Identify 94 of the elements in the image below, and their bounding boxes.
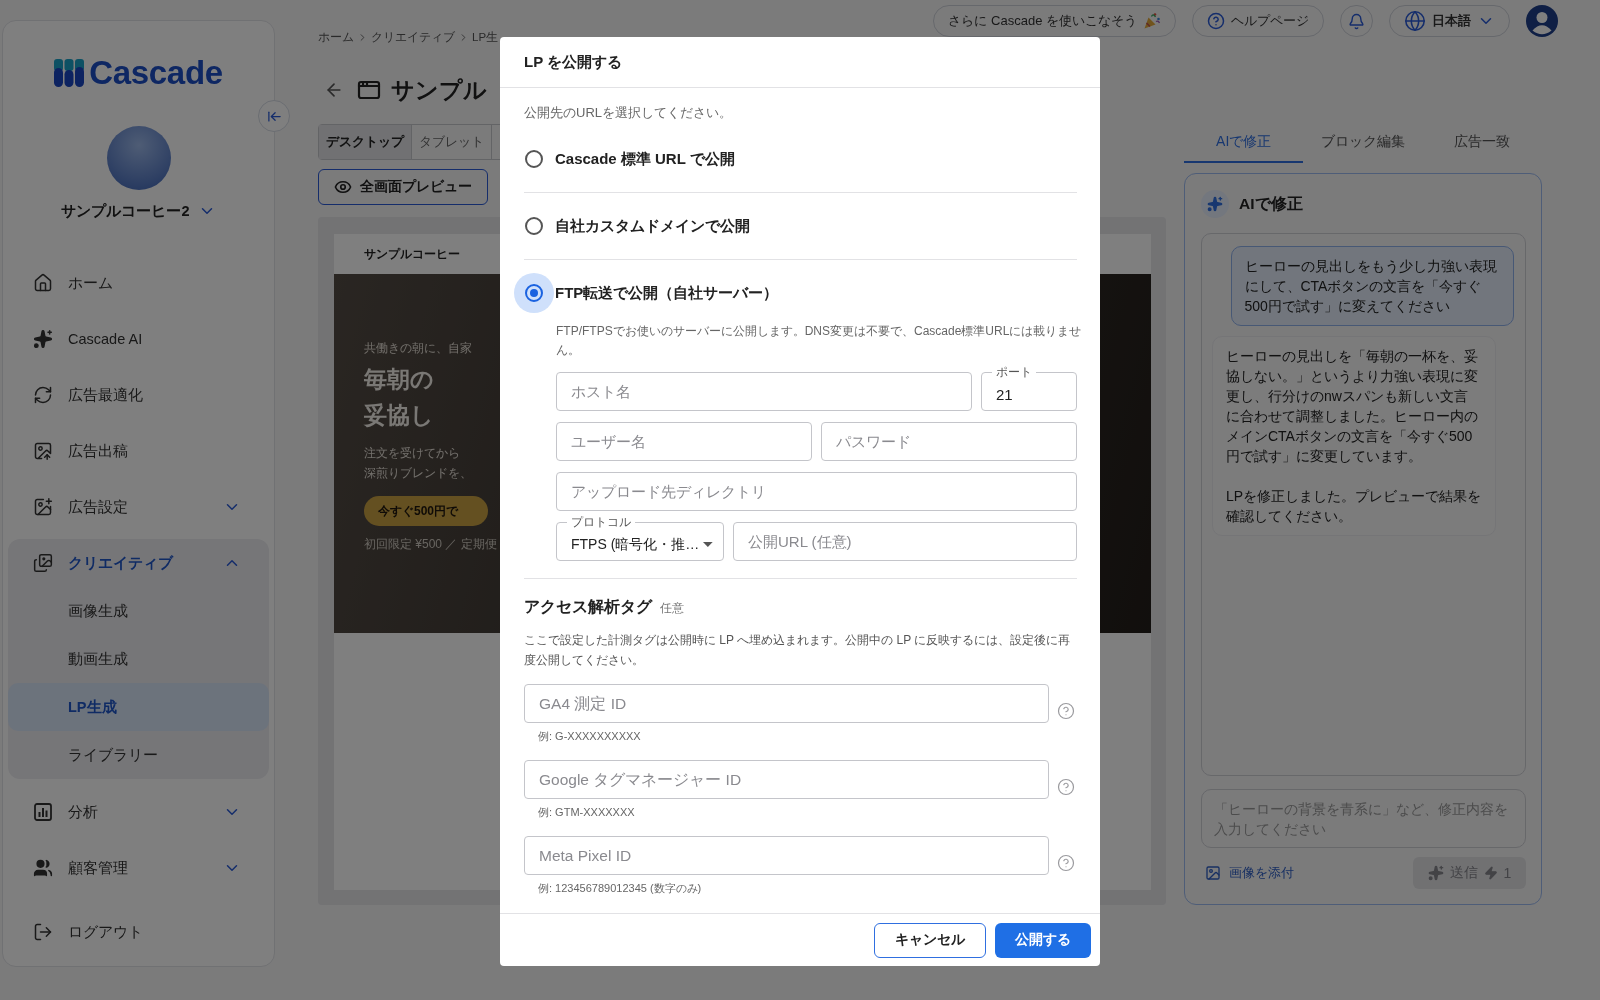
help-icon[interactable] — [1057, 702, 1075, 720]
window-icon — [357, 78, 381, 102]
bolt-icon — [1483, 866, 1498, 880]
users-icon[interactable] — [33, 858, 53, 878]
radio-button[interactable] — [514, 273, 554, 313]
message-text: LPを修正しました。プレビューで結果を確認してください。 — [1226, 487, 1482, 526]
optional-label: 任意 — [660, 601, 684, 616]
breadcrumb-current: LP生 — [472, 29, 499, 45]
panel-title: AIで修正 — [1239, 193, 1303, 214]
select-field[interactable]: プロトコル FTPS (暗号化・推… — [556, 515, 724, 561]
collapse-button[interactable] — [258, 100, 290, 132]
logo-text: Cascade — [89, 56, 223, 90]
attach-image-button[interactable]: 画像を添付 — [1201, 864, 1294, 882]
bell-icon — [1348, 12, 1365, 30]
sparkles-icon[interactable] — [33, 329, 53, 349]
help-icon[interactable] — [1057, 854, 1075, 872]
image-icon — [1205, 865, 1221, 881]
section-title: アクセス解析タグ — [524, 597, 652, 617]
breadcrumb-link[interactable]: ホーム — [318, 29, 354, 45]
caret-down-icon[interactable] — [703, 542, 713, 547]
house-icon[interactable] — [33, 273, 53, 293]
globe-icon — [1404, 10, 1426, 32]
image-upload-icon[interactable] — [33, 441, 53, 461]
nav-item[interactable]: ホーム — [8, 255, 269, 311]
cancel-button[interactable]: キャンセル — [874, 922, 986, 958]
nav-item[interactable]: 広告出稿 — [8, 423, 269, 479]
hero-headline: 毎朝の — [364, 365, 434, 394]
sparkles-icon — [1201, 190, 1229, 218]
hero-text: 注文を受けてから — [364, 445, 460, 462]
nav-item[interactable]: クリエイティブ — [8, 539, 269, 587]
brand-name: サンプルコーヒー — [364, 246, 460, 263]
section-description: ここで設定した計測タグは公開時に LP へ埋め込まれます。公開中の LP に反映するには、設定後に再度公開してください。 — [524, 632, 1072, 669]
language-button[interactable]: 日本語 — [1389, 5, 1510, 37]
page-title: サンプル — [391, 75, 487, 105]
nav-item[interactable]: ログアウト — [8, 904, 269, 960]
panel-tab[interactable]: AIで修正 — [1184, 122, 1304, 163]
panel-tab[interactable]: ブロック編集 — [1303, 122, 1423, 163]
bar-chart-icon[interactable] — [33, 802, 53, 822]
nav-subitem[interactable]: 画像生成 — [8, 587, 269, 635]
input-field[interactable]: 公開URL (任意) — [733, 522, 1077, 561]
field-hint: 例: 123456789012345 (数字のみ) — [537, 881, 703, 895]
user-avatar-icon[interactable] — [1526, 5, 1558, 37]
image-plus-icon[interactable] — [33, 497, 53, 517]
images-icon[interactable] — [33, 553, 53, 573]
device-tab[interactable]: タブレット — [412, 125, 492, 159]
radio-button[interactable] — [525, 217, 543, 235]
input-field[interactable]: Google タグマネージャー ID — [524, 760, 1049, 799]
nav-subitem[interactable]: ライブラリー — [8, 731, 269, 779]
nav-subitem[interactable]: 動画生成 — [8, 635, 269, 683]
panel-tab[interactable]: 広告一致 — [1422, 122, 1542, 163]
breadcrumb-link[interactable]: クリエイティブ — [371, 29, 455, 45]
help-button[interactable]: ヘルプページ — [1192, 5, 1324, 37]
cta-button[interactable]: 今すぐ500円で — [364, 496, 489, 526]
nav-subitem[interactable]: LP生成 — [8, 683, 269, 731]
nav-item[interactable]: 広告最適化 — [8, 367, 269, 423]
help-icon — [1207, 12, 1225, 30]
input-field[interactable]: アップロード先ディレクトリ — [556, 472, 1077, 511]
party-popper-icon — [1143, 12, 1161, 30]
message-text: ヒーローの見出しをもう少し力強い表現にして、CTAボタンの文言を「今すぐ500円で試す」に変えてください — [1244, 257, 1498, 316]
notification-button[interactable] — [1340, 5, 1373, 37]
option-description: FTP/FTPSでお使いのサーバーに公開します。DNS変更は不要で、Cascade標準URLには載りません。 — [555, 323, 1083, 359]
message-text: ヒーローの見出しを「毎朝の一杯を、妥協しない。」というより力強い表現に変更し、行分けのnwスパンも新しい文言に合わせて調整しました。ヒーロー内のメインCTAボタンの文言を「今すぐ500円で試す」に変更しています。 — [1226, 347, 1479, 466]
input-field[interactable]: ホスト名 — [556, 372, 972, 411]
nav-item[interactable]: Cascade AI — [8, 311, 269, 367]
fullscreen-preview-button[interactable]: 全画面プレビュー — [318, 169, 488, 205]
field-hint: 例: G-XXXXXXXXXX — [537, 729, 642, 743]
input-field[interactable]: ポート 21 — [981, 365, 1077, 411]
hero-eyebrow: 共働きの朝に、自家 — [364, 340, 472, 357]
dialog-title: LP を公開する — [524, 52, 623, 72]
account-switcher[interactable]: サンプルコーヒー2 — [61, 200, 216, 222]
input-field[interactable]: ユーザー名 — [556, 422, 812, 461]
logo-icon — [54, 59, 85, 87]
radio-label[interactable]: 自社カスタムドメインで公開 — [555, 216, 750, 236]
nav-item[interactable]: 顧客管理 — [8, 840, 269, 896]
input-field[interactable]: Meta Pixel ID — [524, 836, 1049, 875]
dialog-instructions: 公開先のURLを選択してください。 — [524, 104, 733, 122]
radio-label[interactable]: FTP転送で公開（自社サーバー） — [555, 283, 779, 303]
radio-label[interactable]: Cascade 標準 URL で公開 — [555, 149, 735, 169]
nav-item[interactable]: 広告設定 — [8, 479, 269, 535]
eye-icon — [334, 178, 352, 196]
input-field[interactable]: パスワード — [821, 422, 1077, 461]
field-hint: 例: GTM-XXXXXXX — [537, 805, 636, 819]
input-field[interactable]: GA4 測定 ID — [524, 684, 1049, 723]
radio-button[interactable] — [525, 150, 543, 168]
nav-item[interactable]: 分析 — [8, 784, 269, 840]
promo-button[interactable]: さらに Cascade を使いこなそう — [933, 5, 1176, 37]
help-icon[interactable] — [1057, 778, 1075, 796]
publish-button[interactable]: 公開する — [995, 922, 1091, 958]
hero-text: 深煎りブレンドを、 — [364, 465, 472, 482]
refresh-icon[interactable] — [33, 385, 53, 405]
hero-headline: 妥協し — [364, 401, 434, 430]
logout-icon[interactable] — [33, 922, 53, 942]
device-tab[interactable]: デスクトップ — [319, 125, 412, 159]
sparkles-icon — [1427, 865, 1444, 881]
